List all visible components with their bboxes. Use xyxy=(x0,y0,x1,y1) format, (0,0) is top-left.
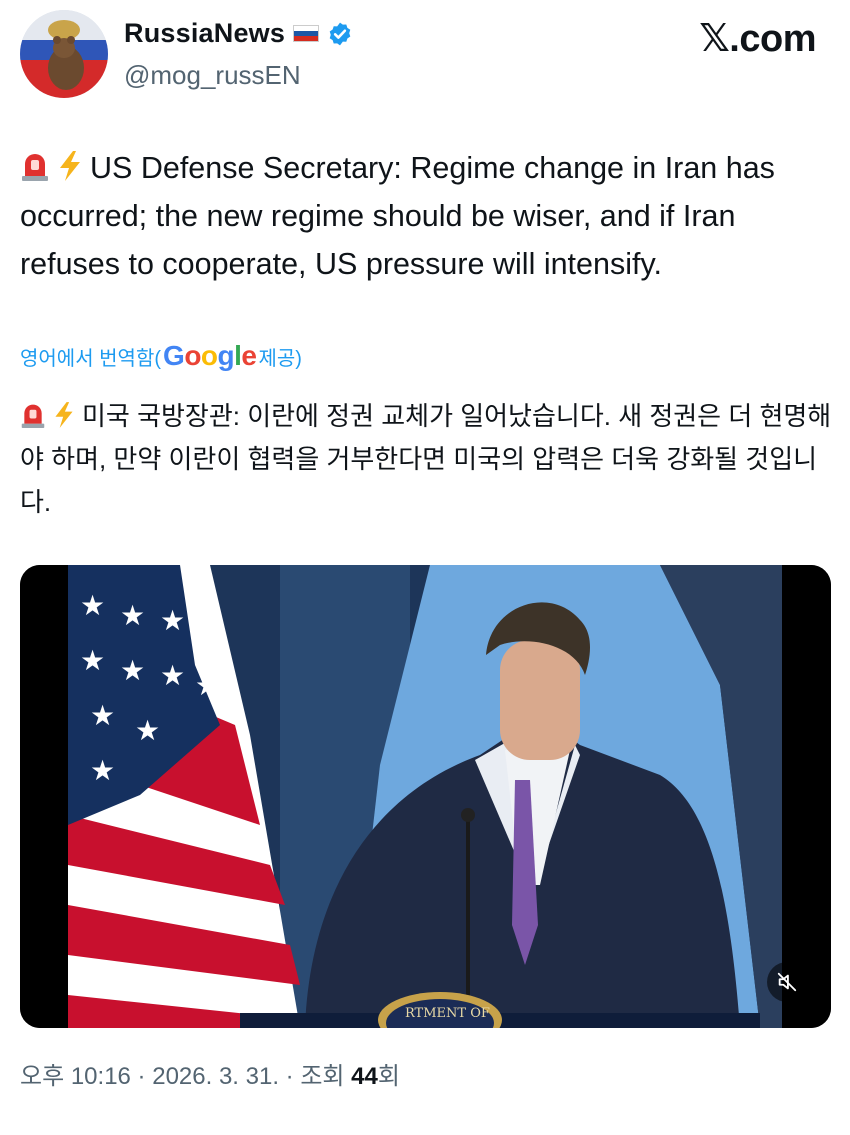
muted-speaker-icon xyxy=(777,972,797,992)
translated-text: 미국 국방장관: 이란에 정권 교체가 일어났습니다. 새 정권은 더 현명해야… xyxy=(20,401,832,517)
author-name-row: RussiaNews xyxy=(124,18,353,49)
svg-text:★: ★ xyxy=(160,659,185,692)
tweet-header: RussiaNews @mog_russEN 𝕏.com xyxy=(20,10,830,100)
rotating-light-icon xyxy=(21,404,45,428)
tweet-text: US Defense Secretary: Regime change in I… xyxy=(20,151,775,281)
meta-separator: · xyxy=(279,1063,301,1090)
video-frame: ★ ★ ★ ★ ★ ★ ★ ★ ★ ★ RTMENT OF xyxy=(20,565,831,1028)
translation-prefix: 영어에서 번역함( xyxy=(20,347,162,370)
translated-body: 미국 국방장관: 이란에 정권 교체가 일어났습니다. 새 정권은 더 현명해야… xyxy=(20,395,840,524)
svg-text:★: ★ xyxy=(135,714,160,747)
svg-text:★: ★ xyxy=(120,654,145,687)
views-count: 44 xyxy=(351,1063,378,1090)
translation-suffix: 제공) xyxy=(258,347,302,370)
site-label: 𝕏.com xyxy=(699,18,816,60)
verified-badge-icon xyxy=(329,22,351,45)
mute-toggle-button[interactable] xyxy=(767,962,807,1002)
svg-text:★: ★ xyxy=(90,754,115,787)
video-player[interactable]: ★ ★ ★ ★ ★ ★ ★ ★ ★ ★ RTMENT OF xyxy=(20,565,831,1028)
svg-text:★: ★ xyxy=(160,604,185,637)
russia-flag-icon xyxy=(293,25,320,42)
views-suffix: 회 xyxy=(377,1063,400,1090)
svg-text:★: ★ xyxy=(120,599,145,632)
views-prefix: 조회 xyxy=(300,1063,352,1090)
podium-seal-text: RTMENT OF xyxy=(405,1006,490,1021)
tweet-date[interactable]: 2026. 3. 31. xyxy=(152,1063,279,1090)
tweet-time[interactable]: 오후 10:16 xyxy=(20,1063,131,1090)
author-display-name[interactable]: RussiaNews xyxy=(124,18,285,49)
meta-separator: · xyxy=(130,1063,153,1090)
translation-attribution[interactable]: 영어에서 번역함( Google 제공) xyxy=(20,336,302,376)
svg-text:★: ★ xyxy=(80,644,105,677)
google-logo: Google xyxy=(163,340,257,371)
avatar-bear-image xyxy=(20,10,108,98)
lightning-icon xyxy=(60,151,80,181)
rotating-light-icon xyxy=(22,154,48,181)
svg-text:★: ★ xyxy=(195,669,220,702)
tweet-meta: 오후 10:16 · 2026. 3. 31. · 조회 44회 xyxy=(20,1056,400,1091)
lightning-icon xyxy=(55,402,73,428)
svg-text:★: ★ xyxy=(90,699,115,732)
tweet-body: US Defense Secretary: Regime change in I… xyxy=(20,144,830,288)
author-handle[interactable]: @mog_russEN xyxy=(124,60,301,91)
svg-text:★: ★ xyxy=(80,589,105,622)
avatar[interactable] xyxy=(20,10,108,98)
